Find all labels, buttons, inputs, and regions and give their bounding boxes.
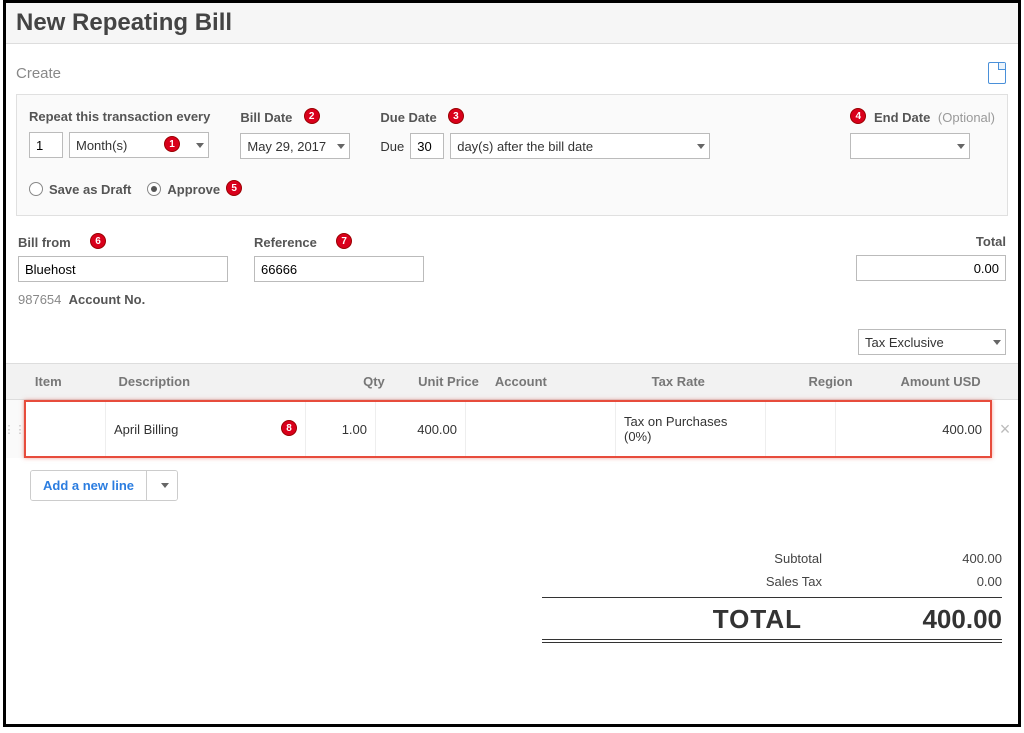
chevron-down-icon bbox=[196, 143, 204, 148]
col-tax-rate: Tax Rate bbox=[644, 364, 801, 400]
page-title: New Repeating Bill bbox=[16, 9, 1008, 37]
col-amount: Amount USD bbox=[874, 364, 989, 400]
salestax-value: 0.00 bbox=[882, 574, 1002, 589]
col-account: Account bbox=[487, 364, 644, 400]
delete-row-icon[interactable]: × bbox=[992, 400, 1018, 458]
create-label: Create bbox=[16, 65, 61, 82]
radio-icon bbox=[147, 182, 161, 196]
cell-description[interactable]: April Billing 8 bbox=[106, 402, 306, 456]
cell-item[interactable] bbox=[26, 402, 106, 456]
chevron-down-icon bbox=[337, 144, 345, 149]
col-unit-price: Unit Price bbox=[393, 364, 487, 400]
account-number-label: Account No. bbox=[69, 292, 146, 307]
annotation-badge-8: 8 bbox=[281, 420, 297, 436]
total-label: Total bbox=[856, 234, 1006, 249]
bill-date-select[interactable]: May 29, 2017 bbox=[240, 133, 350, 159]
reference-input[interactable] bbox=[254, 256, 424, 282]
col-item: Item bbox=[27, 364, 111, 400]
total-input[interactable] bbox=[856, 255, 1006, 281]
annotation-badge-5: 5 bbox=[226, 180, 242, 196]
end-date-optional: (Optional) bbox=[938, 110, 995, 125]
repeat-interval-input[interactable] bbox=[29, 132, 63, 158]
chevron-down-icon bbox=[161, 483, 169, 488]
line-item-row[interactable]: April Billing 8 1.00 400.00 Tax on Purch… bbox=[24, 400, 992, 458]
bill-date-label: Bill Date bbox=[240, 110, 292, 125]
due-mode-value: day(s) after the bill date bbox=[457, 139, 593, 154]
account-number-row: 987654 Account No. bbox=[6, 282, 1018, 307]
annotation-badge-2: 2 bbox=[304, 108, 320, 124]
cell-region[interactable] bbox=[766, 402, 836, 456]
save-as-draft-radio[interactable]: Save as Draft bbox=[29, 182, 131, 197]
col-description: Description bbox=[111, 364, 320, 400]
save-as-draft-label: Save as Draft bbox=[49, 182, 131, 197]
chevron-down-icon bbox=[697, 144, 705, 149]
annotation-badge-3: 3 bbox=[448, 108, 464, 124]
cell-tax-rate[interactable]: Tax on Purchases (0%) bbox=[616, 402, 766, 456]
due-prefix: Due bbox=[380, 139, 404, 154]
add-line-label: Add a new line bbox=[31, 471, 146, 500]
annotation-badge-6: 6 bbox=[90, 233, 106, 249]
cell-unit-price[interactable]: 400.00 bbox=[376, 402, 466, 456]
annotation-badge-1: 1 bbox=[164, 136, 180, 152]
radio-icon bbox=[29, 182, 43, 196]
due-days-input[interactable] bbox=[410, 133, 444, 159]
chevron-down-icon bbox=[957, 144, 965, 149]
drag-handle-icon[interactable]: ⋮⋮ bbox=[6, 400, 24, 458]
add-line-dropdown[interactable] bbox=[146, 471, 177, 500]
add-line-button[interactable]: Add a new line bbox=[30, 470, 178, 501]
schedule-panel: Repeat this transaction every Month(s) 1 bbox=[16, 94, 1008, 216]
title-bar: New Repeating Bill bbox=[6, 3, 1018, 44]
total-value: 400.00 bbox=[862, 604, 1002, 635]
approve-radio[interactable]: Approve 5 bbox=[147, 181, 242, 197]
subtotal-label: Subtotal bbox=[682, 551, 822, 566]
tax-mode-select[interactable]: Tax Exclusive bbox=[858, 329, 1006, 355]
cell-amount[interactable]: 400.00 bbox=[836, 402, 990, 456]
due-date-label: Due Date bbox=[380, 110, 436, 125]
chevron-down-icon bbox=[993, 340, 1001, 345]
end-date-select[interactable] bbox=[850, 133, 970, 159]
annotation-badge-4: 4 bbox=[850, 108, 866, 124]
total-label: TOTAL bbox=[642, 604, 802, 635]
due-mode-select[interactable]: day(s) after the bill date bbox=[450, 133, 710, 159]
cell-account[interactable] bbox=[466, 402, 616, 456]
account-number-value: 987654 bbox=[18, 292, 61, 307]
reference-label: Reference bbox=[254, 235, 317, 250]
cell-description-value: April Billing bbox=[114, 422, 178, 437]
salestax-label: Sales Tax bbox=[682, 574, 822, 589]
subtotal-value: 400.00 bbox=[882, 551, 1002, 566]
approve-label: Approve bbox=[167, 182, 220, 197]
bill-date-value: May 29, 2017 bbox=[247, 139, 326, 154]
bill-from-label: Bill from bbox=[18, 235, 71, 250]
end-date-label: End Date bbox=[874, 110, 930, 125]
repeat-label: Repeat this transaction every bbox=[29, 109, 210, 124]
col-region: Region bbox=[800, 364, 873, 400]
tax-mode-value: Tax Exclusive bbox=[865, 335, 944, 350]
repeat-unit-select[interactable]: Month(s) 1 bbox=[69, 132, 209, 158]
cell-qty[interactable]: 1.00 bbox=[306, 402, 376, 456]
document-icon[interactable] bbox=[988, 62, 1006, 84]
annotation-badge-7: 7 bbox=[336, 233, 352, 249]
line-items-table: Item Description Qty Unit Price Account … bbox=[6, 363, 1018, 400]
repeat-unit-value: Month(s) bbox=[76, 138, 127, 153]
col-qty: Qty bbox=[320, 364, 393, 400]
bill-from-input[interactable] bbox=[18, 256, 228, 282]
